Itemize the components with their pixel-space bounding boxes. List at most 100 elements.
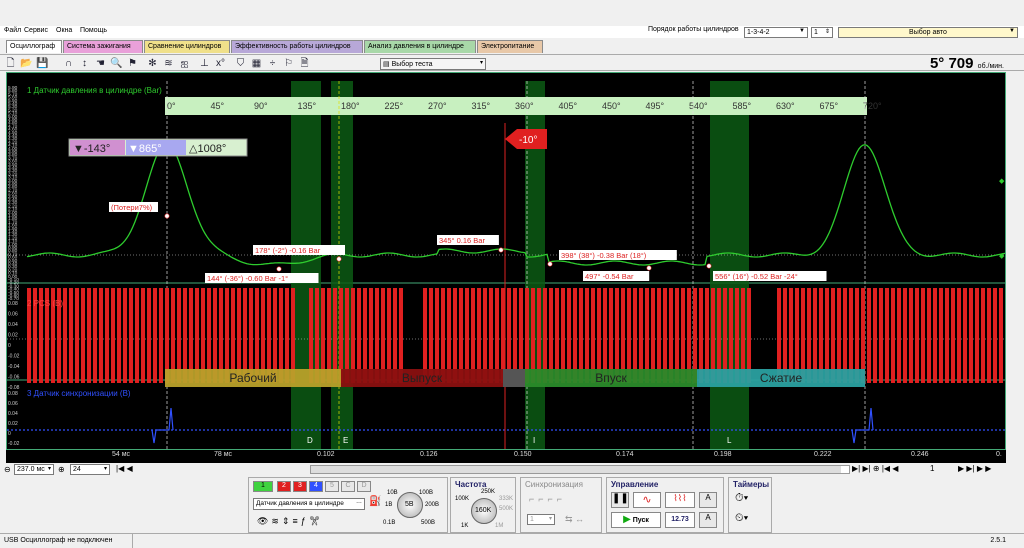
pcs-pulse — [111, 288, 115, 383]
sine-wave-icon[interactable]: ∿ — [633, 492, 661, 508]
scrollbar-thumb[interactable] — [311, 466, 841, 473]
tab-pressure-analysis[interactable]: Анализ давления в цилиндре — [364, 40, 476, 53]
spiral-icon[interactable]: ஐ — [178, 57, 191, 70]
page-nav-left-icons[interactable]: ▶| ▶| ⊕ |◀ ◀ — [852, 464, 898, 473]
pcs-pulse — [855, 288, 859, 383]
tab-power[interactable]: Электропитание — [477, 40, 543, 53]
pcs-pulse — [861, 288, 865, 383]
channel-3-button[interactable]: 3 — [293, 481, 307, 492]
document-icon[interactable]: 🗎 — [298, 57, 311, 70]
car-select[interactable]: Выбор авто ▼ — [838, 27, 1018, 38]
page-nav-right-icons[interactable]: ▶ ▶| ▶ ▶ — [958, 464, 991, 473]
pcs-pulse — [357, 288, 361, 383]
curve-marker — [706, 263, 712, 269]
pcs-pulse — [645, 288, 649, 383]
zoom-out-icon[interactable]: ⊖ — [4, 465, 11, 474]
pcs-pulse — [795, 288, 799, 383]
pcs-pulse — [447, 288, 451, 383]
nav-first-icon[interactable]: |◀ ◀ — [116, 464, 133, 473]
open-folder-icon[interactable]: 📂 — [20, 57, 33, 70]
sync-mode-icons[interactable]: ⇆ ↔ — [565, 514, 584, 525]
pcs-pulse — [117, 288, 121, 383]
pcs-pulse — [495, 288, 499, 383]
flag-icon[interactable]: ⚐ — [282, 57, 295, 70]
frequency-knob[interactable]: 160K — [471, 498, 497, 524]
annotation-label: 497° -0.54 Bar — [585, 272, 634, 281]
save-icon[interactable]: 💾 — [36, 57, 49, 70]
menu-windows[interactable]: Окна — [56, 27, 72, 34]
pcs-pulse — [537, 288, 541, 383]
tab-cylinder-efficiency[interactable]: Эффективность работы цилиндров — [231, 40, 363, 53]
cylinder-spinner[interactable]: 1 ⇕ — [811, 27, 833, 38]
headphones-icon[interactable]: ∩ — [62, 57, 75, 70]
chevron-down-icon: ▾ — [103, 466, 107, 472]
tab-ignition[interactable]: Система зажигания — [63, 40, 143, 53]
start-button[interactable]: ▶ Пуск — [611, 512, 661, 528]
oscilloscope-display[interactable]: 5.90 5.80 5.70 5.60 5.50 5.40 5.30 5.20 5.10 5.00… — [6, 72, 1006, 450]
pcs-pulse — [315, 288, 319, 383]
firing-order-select[interactable]: 1-3-4-2 ▼ — [744, 27, 808, 38]
channel-4-button[interactable]: 4 — [309, 481, 323, 492]
sync-edge-icons[interactable]: ⌐⌐⌐⌐ — [529, 494, 566, 504]
pause-button[interactable]: ❚❚ — [611, 492, 629, 508]
pcs-pulse — [993, 288, 997, 383]
waves-icon[interactable]: ≋ — [162, 57, 175, 70]
pcs-pulse — [849, 288, 853, 383]
channel-2-button[interactable]: 2 — [277, 481, 291, 492]
cursor-delta-value: △1008° — [189, 143, 226, 155]
tab-cylinder-compare[interactable]: Сравнение цилиндров — [144, 40, 230, 53]
stopwatch-icon[interactable]: ⏲▾ — [735, 512, 748, 525]
pcs-pulse — [573, 288, 577, 383]
zoom-icon[interactable]: 🔍 — [110, 57, 123, 70]
auto2-icon[interactable]: A — [699, 512, 717, 528]
pcs-pulse — [897, 288, 901, 383]
timer-icon[interactable]: ⏱▾ — [735, 492, 748, 505]
channel-1-button[interactable]: 1 — [253, 481, 273, 492]
ignition-marker-label: -10° — [519, 135, 537, 146]
channel3-label: 3 Датчик синхронизации (В) — [27, 389, 131, 398]
menu-service[interactable]: Сервис — [24, 27, 48, 34]
hand-icon[interactable]: ☚ — [94, 57, 107, 70]
cross-icon[interactable]: ✻ — [146, 57, 159, 70]
tab-oscilloscope[interactable]: Осциллограф — [6, 40, 62, 53]
ruler-icon[interactable]: ⊥ — [198, 57, 211, 70]
divide-icon[interactable]: ÷ — [266, 57, 279, 70]
pcs-pulse — [819, 288, 823, 383]
channel-tools-icons[interactable]: 👁≋⇕≡ƒ✂ — [257, 516, 323, 527]
channel-select[interactable]: 24 ▾ — [70, 464, 110, 475]
menu-file[interactable]: Файл — [4, 27, 21, 34]
channel-d-button[interactable]: D — [357, 481, 371, 492]
cursor-icon[interactable]: ↕ — [78, 57, 91, 70]
zoom-in-icon[interactable]: ⊕ — [58, 465, 65, 474]
channel-5-button[interactable]: 5 — [325, 481, 339, 492]
timebase-bar: ⊖ 237.0 мс ▾ ⊕ 24 ▾ |◀ ◀ ▶| ▶| ⊕ |◀ ◀ 1 ▶ … — [0, 463, 1024, 477]
probe-icon[interactable]: ⛽ — [369, 496, 381, 507]
channel-marker-right: ◆ — [999, 178, 1005, 185]
pcs-pulse — [657, 288, 661, 383]
filter-icon[interactable]: ⛉ — [234, 57, 247, 70]
marker-icon[interactable]: ⚑ — [126, 57, 139, 70]
auto-icon[interactable]: A — [699, 492, 717, 508]
degree-icon[interactable]: x° — [214, 57, 227, 70]
x-tick: 0. — [996, 451, 1002, 458]
pcs-pulse — [279, 288, 283, 383]
test-select[interactable]: ▤ Выбор теста ▾ — [380, 58, 486, 70]
pcs-pulse — [723, 288, 727, 383]
pcs-pulse — [93, 288, 97, 383]
pcs-pulse — [621, 288, 625, 383]
pcs-pulse — [459, 288, 463, 383]
waveform-icon[interactable]: ⌇⌇⌇ — [665, 492, 695, 508]
pcs-pulse — [879, 288, 883, 383]
channel-c-button[interactable]: C — [341, 481, 355, 492]
horizontal-scrollbar[interactable] — [310, 465, 850, 474]
volt-label: 500В — [421, 520, 436, 526]
new-file-icon[interactable]: 🗋 — [4, 57, 17, 70]
table-icon[interactable]: ▦ — [250, 57, 263, 70]
pcs-pulse — [591, 288, 595, 383]
sync-channel-select[interactable]: 1 ▾ — [527, 514, 555, 525]
timebase-select[interactable]: 237.0 мс ▾ — [14, 464, 54, 475]
sensor-select[interactable]: Датчик давления в цилиндре… — [253, 498, 365, 510]
pcs-pulse — [465, 288, 469, 383]
menu-help[interactable]: Помощь — [80, 27, 107, 34]
valve-band — [331, 81, 353, 449]
